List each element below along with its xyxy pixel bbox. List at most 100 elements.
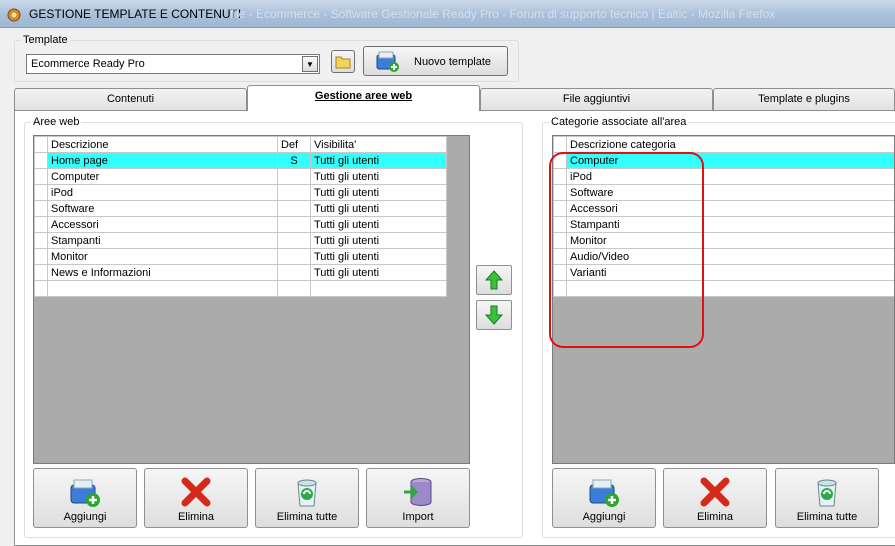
cell-categoria[interactable]: iPod [566, 168, 894, 185]
cell-categoria[interactable]: Stampanti [566, 216, 894, 233]
cell-descrizione[interactable]: iPod [47, 184, 278, 201]
table-row[interactable]: Monitor Tutti gli utenti [34, 248, 447, 265]
cell-categoria[interactable]: Varianti [566, 264, 894, 281]
row-selector[interactable] [34, 232, 48, 249]
table-row[interactable]: Accessori [553, 200, 894, 217]
cell-def[interactable] [277, 200, 311, 217]
table-row[interactable]: Stampanti Tutti gli utenti [34, 232, 447, 249]
cell-visibilita[interactable]: Tutti gli utenti [310, 216, 447, 233]
row-selector[interactable] [553, 248, 567, 265]
col-def-header[interactable]: Def [277, 136, 311, 153]
row-selector[interactable] [553, 184, 567, 201]
row-selector[interactable] [553, 152, 567, 169]
new-row[interactable] [553, 280, 894, 297]
row-selector[interactable] [34, 152, 48, 169]
col-visibilita-header[interactable]: Visibilita' [310, 136, 447, 153]
row-selector[interactable] [34, 216, 48, 233]
cell-def[interactable] [277, 168, 311, 185]
col-descrizione-header[interactable]: Descrizione [47, 136, 278, 153]
cell-descrizione[interactable]: Software [47, 200, 278, 217]
cell-categoria[interactable]: Software [566, 184, 894, 201]
row-selector[interactable] [553, 200, 567, 217]
row-selector[interactable] [34, 248, 48, 265]
table-row[interactable]: Stampanti [553, 216, 894, 233]
add-plus-icon [589, 479, 619, 507]
row-selector[interactable] [553, 280, 567, 297]
cell-new[interactable] [277, 280, 311, 297]
table-row[interactable]: Audio/Video [553, 248, 894, 265]
cell-visibilita[interactable]: Tutti gli utenti [310, 248, 447, 265]
cell-descrizione[interactable]: Stampanti [47, 232, 278, 249]
move-down-button[interactable] [476, 300, 512, 330]
table-row[interactable]: Home page S Tutti gli utenti [34, 152, 447, 169]
move-up-button[interactable] [476, 265, 512, 295]
cell-def[interactable] [277, 184, 311, 201]
row-selector[interactable] [34, 200, 48, 217]
table-row[interactable]: Software Tutti gli utenti [34, 200, 447, 217]
new-template-button[interactable]: Nuovo template [363, 46, 508, 76]
cell-categoria[interactable]: Computer [566, 152, 894, 169]
cell-descrizione[interactable]: Computer [47, 168, 278, 185]
add-plus-icon [70, 479, 100, 507]
cell-new[interactable] [566, 280, 894, 297]
cell-categoria[interactable]: Monitor [566, 232, 894, 249]
import-button[interactable]: Import [366, 468, 470, 528]
chevron-down-icon[interactable]: ▼ [302, 56, 318, 72]
cell-visibilita[interactable]: Tutti gli utenti [310, 168, 447, 185]
cell-def[interactable] [277, 248, 311, 265]
table-row[interactable]: Software [553, 184, 894, 201]
elimina-tutte-aree-button[interactable]: Elimina tutte [255, 468, 359, 528]
row-selector[interactable] [553, 264, 567, 281]
table-row[interactable]: Computer [553, 152, 894, 169]
elimina-tutte-categorie-button[interactable]: Elimina tutte [775, 468, 879, 528]
cell-visibilita[interactable]: Tutti gli utenti [310, 184, 447, 201]
cell-def[interactable] [277, 232, 311, 249]
row-selector[interactable] [34, 168, 48, 185]
row-selector[interactable] [34, 264, 48, 281]
cell-def[interactable] [277, 216, 311, 233]
cell-descrizione[interactable]: Monitor [47, 248, 278, 265]
table-row[interactable]: News e Informazioni Tutti gli utenti [34, 264, 447, 281]
elimina-area-button[interactable]: Elimina [144, 468, 248, 528]
table-row[interactable]: Computer Tutti gli utenti [34, 168, 447, 185]
cell-visibilita[interactable]: Tutti gli utenti [310, 152, 447, 169]
cell-visibilita[interactable]: Tutti gli utenti [310, 264, 447, 281]
new-row[interactable] [34, 280, 447, 297]
cell-descrizione[interactable]: News e Informazioni [47, 264, 278, 281]
table-row[interactable]: Accessori Tutti gli utenti [34, 216, 447, 233]
table-row[interactable]: iPod [553, 168, 894, 185]
tab-gestione-aree-web[interactable]: Gestione aree web [247, 85, 480, 111]
row-selector[interactable] [553, 216, 567, 233]
row-selector[interactable] [34, 184, 48, 201]
row-selector[interactable] [553, 168, 567, 185]
table-row[interactable]: Varianti [553, 264, 894, 281]
aree-web-grid[interactable]: Descrizione Def Visibilita' Home page S … [33, 135, 470, 464]
elimina-categoria-button[interactable]: Elimina [663, 468, 767, 528]
aggiungi-categoria-button[interactable]: Aggiungi [552, 468, 656, 528]
cell-new[interactable] [310, 280, 447, 297]
browse-folder-button[interactable] [331, 50, 355, 73]
app-icon [7, 8, 21, 22]
cell-def[interactable]: S [277, 152, 311, 169]
row-selector[interactable] [34, 280, 48, 297]
row-selector[interactable] [553, 232, 567, 249]
tab-contenuti[interactable]: Contenuti [14, 88, 247, 110]
table-row[interactable]: iPod Tutti gli utenti [34, 184, 447, 201]
cell-categoria[interactable]: Accessori [566, 200, 894, 217]
col-descrizione-categoria-header[interactable]: Descrizione categoria [566, 136, 894, 153]
categorie-grid[interactable]: Descrizione categoria Computer iPod Soft… [552, 135, 895, 464]
tab-file-aggiuntivi[interactable]: File aggiuntivi [480, 88, 713, 110]
aggiungi-area-button[interactable]: Aggiungi [33, 468, 137, 528]
cell-descrizione[interactable]: Accessori [47, 216, 278, 233]
table-row[interactable]: Monitor [553, 232, 894, 249]
cell-visibilita[interactable]: Tutti gli utenti [310, 200, 447, 217]
cell-categoria[interactable]: Audio/Video [566, 248, 894, 265]
elimina-tutte-label: Elimina tutte [276, 511, 338, 523]
cell-def[interactable] [277, 264, 311, 281]
elimina-label: Elimina [177, 511, 215, 523]
tab-template-e-plugins[interactable]: Template e plugins [713, 88, 895, 110]
cell-descrizione[interactable]: Home page [47, 152, 278, 169]
cell-visibilita[interactable]: Tutti gli utenti [310, 232, 447, 249]
template-combobox[interactable]: Ecommerce Ready Pro ▼ [26, 54, 320, 74]
cell-new[interactable] [47, 280, 278, 297]
